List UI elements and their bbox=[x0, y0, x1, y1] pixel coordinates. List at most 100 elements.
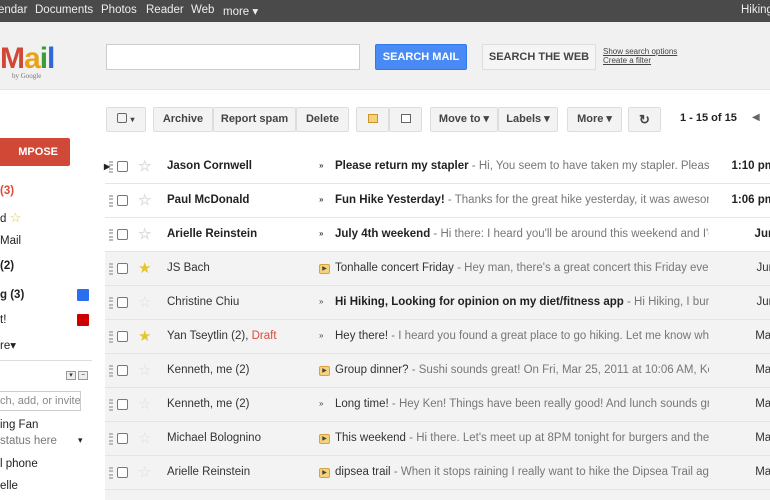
drag-handle-icon[interactable] bbox=[109, 331, 113, 343]
nav-photos[interactable]: Photos bbox=[101, 4, 137, 16]
refresh-button[interactable]: ↻ bbox=[628, 107, 661, 132]
sender-name: Paul McDonald bbox=[167, 194, 250, 206]
sidebar-item-label-hiking[interactable]: g (3) bbox=[0, 289, 24, 301]
star-icon[interactable]: ☆ bbox=[138, 395, 151, 413]
label-color-swatch[interactable] bbox=[77, 314, 89, 326]
table-row[interactable]: ☆ Arielle Reinstein ▶ dipsea trail - Whe… bbox=[105, 456, 770, 490]
row-checkbox[interactable] bbox=[117, 297, 128, 308]
move-to-button[interactable]: Move to ▾ bbox=[430, 107, 498, 132]
chat-options-icon[interactable]: ▾ bbox=[66, 371, 76, 380]
star-icon[interactable]: ☆ bbox=[138, 293, 151, 311]
prev-page-icon[interactable]: ◀ bbox=[752, 112, 760, 123]
search-input[interactable] bbox=[106, 44, 360, 70]
star-icon[interactable]: ☆ bbox=[138, 429, 151, 447]
chat-search-input[interactable]: ch, add, or invite bbox=[0, 391, 81, 411]
status-dropdown-icon[interactable]: ▾ bbox=[78, 435, 83, 446]
table-row[interactable]: ☆ Arielle Reinstein » July 4th weekend -… bbox=[105, 218, 770, 252]
label-color-swatch[interactable] bbox=[77, 289, 89, 301]
nav-documents[interactable]: Documents bbox=[35, 4, 93, 16]
importance-marker-icon[interactable]: ▶ bbox=[319, 434, 330, 444]
show-search-options-link[interactable]: Show search options bbox=[603, 47, 677, 56]
table-row[interactable]: ☆ Kenneth, me (2) ▶ Group dinner? - Sush… bbox=[105, 354, 770, 388]
row-checkbox[interactable] bbox=[117, 365, 128, 376]
nav-reader[interactable]: Reader bbox=[146, 4, 184, 16]
drag-handle-icon[interactable] bbox=[109, 433, 113, 445]
search-web-button[interactable]: SEARCH THE WEB bbox=[482, 44, 596, 70]
star-icon[interactable]: ★ bbox=[138, 327, 151, 345]
chat-status-input[interactable]: status here bbox=[0, 435, 57, 447]
star-icon[interactable]: ☆ bbox=[138, 191, 151, 209]
star-icon[interactable]: ☆ bbox=[138, 225, 151, 243]
drag-handle-icon[interactable] bbox=[109, 229, 113, 241]
table-row[interactable] bbox=[105, 490, 770, 500]
chevron-icon[interactable]: » bbox=[319, 331, 323, 340]
nav-web[interactable]: Web bbox=[191, 4, 214, 16]
archive-button[interactable]: Archive bbox=[153, 107, 213, 132]
importance-marker-icon[interactable]: ▶ bbox=[319, 264, 330, 274]
user-account[interactable]: Hiking bbox=[741, 4, 770, 16]
table-row[interactable]: ★ Yan Tseytlin (2), Draft » Hey there! -… bbox=[105, 320, 770, 354]
importance-marker-icon[interactable]: ▶ bbox=[319, 468, 330, 478]
gmail-logo[interactable]: Mail bbox=[0, 42, 55, 76]
table-row[interactable]: ☆ Paul McDonald » Fun Hike Yesterday! - … bbox=[105, 184, 770, 218]
table-row[interactable]: ▶ ☆ Jason Cornwell » Please return my st… bbox=[104, 150, 770, 184]
table-row[interactable]: ☆ Michael Bolognino ▶ This weekend - Hi … bbox=[105, 422, 770, 456]
drag-handle-icon[interactable] bbox=[109, 161, 113, 173]
table-row[interactable]: ☆ Kenneth, me (2) » Long time! - Hey Ken… bbox=[105, 388, 770, 422]
more-button[interactable]: More ▾ bbox=[567, 107, 622, 132]
select-dropdown[interactable]: ▾ bbox=[106, 107, 146, 132]
mark-important-button[interactable] bbox=[356, 107, 389, 132]
row-checkbox[interactable] bbox=[117, 433, 128, 444]
row-checkbox[interactable] bbox=[117, 263, 128, 274]
sender: Jason Cornwell bbox=[167, 160, 317, 172]
row-checkbox[interactable] bbox=[117, 229, 128, 240]
chevron-icon[interactable]: » bbox=[319, 229, 323, 238]
row-checkbox[interactable] bbox=[117, 195, 128, 206]
sidebar-item-sent-mail[interactable]: Mail bbox=[0, 235, 21, 247]
star-icon[interactable]: ☆ bbox=[138, 361, 151, 379]
sidebar-item-inbox[interactable]: (3) bbox=[0, 185, 14, 197]
sidebar-item-label-red[interactable]: t! bbox=[0, 314, 6, 326]
email-list: ▶ ☆ Jason Cornwell » Please return my st… bbox=[104, 150, 770, 490]
drag-handle-icon[interactable] bbox=[109, 365, 113, 377]
sidebar-item-starred[interactable]: d ☆ bbox=[0, 210, 21, 226]
chat-contact[interactable]: elle bbox=[0, 480, 18, 492]
table-row[interactable]: ☆ Christine Chiu » Hi Hiking, Looking fo… bbox=[105, 286, 770, 320]
labels-button[interactable]: Labels ▾ bbox=[498, 107, 558, 132]
drag-handle-icon[interactable] bbox=[109, 297, 113, 309]
row-checkbox[interactable] bbox=[117, 467, 128, 478]
delete-button[interactable]: Delete bbox=[296, 107, 349, 132]
drag-handle-icon[interactable] bbox=[109, 467, 113, 479]
star-icon[interactable]: ☆ bbox=[138, 463, 151, 481]
sender-name: Yan Tseytlin (2), bbox=[167, 330, 249, 342]
row-checkbox[interactable] bbox=[117, 399, 128, 410]
chevron-icon[interactable]: » bbox=[319, 399, 323, 408]
sidebar-item-drafts[interactable]: (2) bbox=[0, 260, 14, 272]
nav-more[interactable]: more ▾ bbox=[223, 4, 258, 18]
subject: Fun Hike Yesterday! bbox=[335, 194, 445, 206]
row-checkbox[interactable] bbox=[117, 161, 128, 172]
drag-handle-icon[interactable] bbox=[109, 195, 113, 207]
table-row[interactable]: ★ JS Bach ▶ Tonhalle concert Friday - He… bbox=[105, 252, 770, 286]
chevron-icon[interactable]: » bbox=[319, 161, 323, 170]
drag-handle-icon[interactable] bbox=[109, 399, 113, 411]
date: Mar bbox=[755, 466, 770, 478]
row-checkbox[interactable] bbox=[117, 331, 128, 342]
subject-line: Tonhalle concert Friday - Hey man, there… bbox=[335, 262, 709, 274]
drag-handle-icon[interactable] bbox=[109, 263, 113, 275]
chevron-icon[interactable]: » bbox=[319, 297, 323, 306]
search-mail-button[interactable]: SEARCH MAIL bbox=[375, 44, 467, 70]
star-icon[interactable]: ☆ bbox=[138, 157, 151, 175]
chat-minimize-icon[interactable]: − bbox=[78, 371, 88, 380]
importance-marker-icon[interactable]: ▶ bbox=[319, 366, 330, 376]
report-spam-button[interactable]: Report spam bbox=[213, 107, 296, 132]
mark-not-important-button[interactable] bbox=[389, 107, 422, 132]
chat-contact[interactable]: l phone bbox=[0, 458, 38, 470]
sidebar-item-more[interactable]: re▾ bbox=[0, 338, 16, 352]
not-important-icon bbox=[400, 114, 411, 123]
chevron-icon[interactable]: » bbox=[319, 195, 323, 204]
star-icon[interactable]: ★ bbox=[138, 259, 151, 277]
nav-calendar[interactable]: endar bbox=[0, 4, 27, 16]
compose-mail-button[interactable]: MPOSE MAIL bbox=[0, 138, 70, 186]
create-filter-link[interactable]: Create a filter bbox=[603, 56, 677, 65]
